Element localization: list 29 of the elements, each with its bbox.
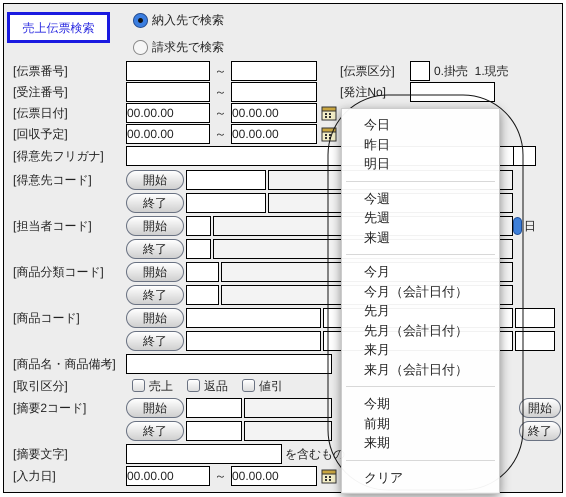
option-hint: 0.掛売 1.現売 — [434, 62, 509, 80]
field-label: [得意先フリガナ] — [13, 149, 104, 163]
field-label: [商品分類コード] — [13, 264, 104, 278]
field-label: [商品コード] — [13, 310, 80, 324]
day-suffix: 日 — [524, 218, 536, 234]
field-label: [入力日] — [13, 468, 56, 482]
field-label: [担当者コード] — [13, 218, 92, 232]
range-tilde: ～ — [214, 126, 226, 142]
field-label: [得意先コード] — [13, 172, 92, 186]
field-label: [受注番号] — [13, 84, 68, 98]
field-label: [伝票区分] — [340, 62, 396, 80]
field-label: [伝票日付] — [13, 106, 68, 120]
radio-label: 請求先で検索 — [152, 39, 224, 56]
field-label: [摘要文字] — [13, 446, 68, 460]
radio-label: 納入先で検索 — [152, 12, 224, 29]
range-tilde: ～ — [214, 104, 226, 122]
range-tilde: ～ — [214, 62, 226, 80]
range-tilde: ～ — [214, 468, 226, 484]
field-label: [発注No] — [340, 84, 388, 100]
field-label: [取引区分] — [13, 378, 68, 392]
field-label: [伝票番号] — [13, 64, 68, 78]
range-tilde: ～ — [214, 84, 226, 100]
screen-title: 売上伝票検索 — [7, 12, 110, 43]
field-label: [回収予定] — [13, 126, 68, 140]
checkbox-label: 返品 — [204, 378, 228, 394]
checkbox-label: 売上 — [149, 378, 173, 394]
checkbox-label: 値引 — [259, 378, 283, 394]
field-label: [摘要2コード] — [13, 400, 86, 414]
field-label: [商品名・商品備考] — [13, 356, 116, 370]
